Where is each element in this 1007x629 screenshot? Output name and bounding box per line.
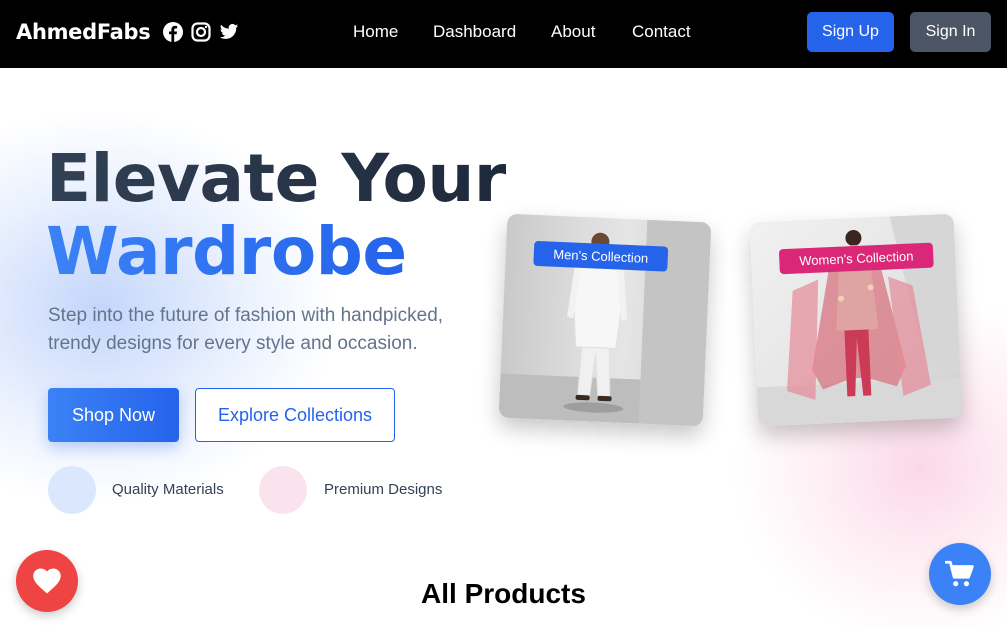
womens-collection-card[interactable]: Women's Collection bbox=[749, 213, 963, 427]
shop-now-button[interactable]: Shop Now bbox=[48, 388, 179, 442]
nav-contact[interactable]: Contact bbox=[632, 22, 691, 42]
navbar: AhmedFabs Home Dashboard About Contact S… bbox=[0, 0, 1007, 68]
feature-premium-designs: Premium Designs bbox=[324, 481, 443, 498]
hero-section: Elevate Your Wardrobe Step into the futu… bbox=[0, 68, 1007, 629]
heart-icon bbox=[33, 568, 61, 594]
cart-icon bbox=[945, 560, 974, 587]
premium-designs-icon bbox=[259, 466, 307, 514]
feature-quality-materials: Quality Materials bbox=[112, 481, 224, 498]
explore-collections-button[interactable]: Explore Collections bbox=[195, 388, 395, 442]
nav-about[interactable]: About bbox=[551, 22, 595, 42]
nav-home[interactable]: Home bbox=[353, 22, 398, 42]
wishlist-button[interactable] bbox=[16, 550, 78, 612]
hero-headline-line1: Elevate Your bbox=[46, 140, 506, 217]
cart-button[interactable] bbox=[929, 543, 991, 605]
signin-button[interactable]: Sign In bbox=[910, 12, 991, 52]
all-products-title: All Products bbox=[421, 578, 586, 609]
quality-materials-icon bbox=[48, 466, 96, 514]
signup-button[interactable]: Sign Up bbox=[807, 12, 894, 52]
hero-headline-line2: Wardrobe bbox=[46, 213, 407, 290]
nav-dashboard[interactable]: Dashboard bbox=[433, 22, 516, 42]
hero-subtext: Step into the future of fashion with han… bbox=[48, 305, 444, 354]
mens-collection-card[interactable]: Men's Collection bbox=[498, 213, 712, 427]
